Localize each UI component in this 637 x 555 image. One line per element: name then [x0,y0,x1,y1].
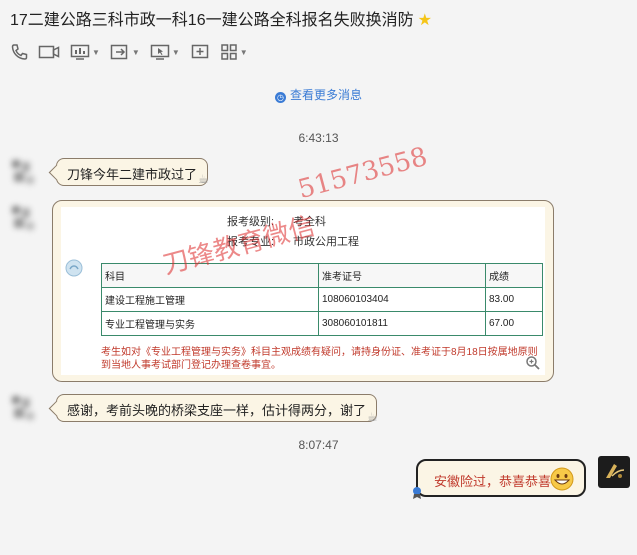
timestamp: 8:07:47 [298,438,339,452]
chat-toolbar: ▼ ▼ ▼ ▼ [10,42,258,62]
table-cell: 83.00 [485,287,543,312]
whiteboard-icon [191,44,209,59]
bubble-tail [48,164,65,181]
file-transfer-button[interactable]: ▼ [110,43,140,61]
video-icon [38,45,60,59]
level-label: 报考级别: [227,216,275,228]
message-text: 刀锋今年二建市政过了 [67,167,198,182]
table-cell: 308060101811 [318,311,486,336]
grin-emoji-icon [550,467,574,491]
table-row: 专业工程管理与实务 308060101811 67.00 [101,311,543,336]
bubble-tail [48,400,65,417]
avatar[interactable] [8,392,42,426]
table-cell: 专业工程管理与实务 [101,311,319,336]
table-header-row: 科目 准考证号 成绩 [101,263,543,288]
avatar[interactable] [8,156,42,190]
chevron-down-icon[interactable]: ▼ [132,48,140,57]
table-cell: 108060103404 [318,287,486,312]
notice-text: 考生如对《专业工程管理与实务》科目主观成绩有疑问，请持身份证、准考证于8月18日… [101,347,538,371]
zoom-icon[interactable] [525,355,541,371]
message-bubble[interactable]: 刀锋今年二建市政过了 [48,158,209,186]
message-text: 感谢，考前头晚的桥梁支座一样，估计得两分，谢了 [67,403,367,418]
phone-icon [11,44,28,60]
table-header-cell: 成绩 [485,263,543,288]
avatar[interactable] [8,202,42,236]
video-button[interactable] [38,43,60,61]
file-transfer-icon [110,44,128,60]
watermark-top: 51573558 [294,141,431,206]
score-report-image: 报考级别: 考全科 报考专业: 市政公用工程 科目 准考证号 成绩 建设工程施工… [61,207,545,375]
table-cell: 67.00 [485,311,543,336]
remote-assist-button[interactable]: ▼ [150,43,180,61]
view-more-label: 查看更多消息 [289,88,362,102]
timestamp: 6:43:13 [298,131,339,145]
table-header-cell: 科目 [101,263,319,288]
screen-share-button[interactable]: ▼ [70,43,100,61]
level-value: 考全科 [293,216,326,228]
chevron-down-icon[interactable]: ▼ [240,48,248,57]
chevron-down-icon[interactable]: ▼ [92,48,100,57]
cup-icon: ☕ [198,172,209,186]
avatar-self[interactable] [598,456,630,488]
remote-assist-icon [150,44,170,60]
seal-icon [65,259,83,277]
table-row: 建设工程施工管理 108060103404 83.00 [101,287,543,312]
chat-title: 17二建公路三科市政一科16一建公路全科报名失败换消防 ★ [10,6,432,30]
grades-table: 科目 准考证号 成绩 建设工程施工管理 108060103404 83.00 专… [101,263,543,336]
clock-icon: ◷ [274,92,286,103]
whiteboard-button[interactable] [190,43,210,61]
badge-icon [413,487,421,499]
image-message-card[interactable]: 报考级别: 考全科 报考专业: 市政公用工程 科目 准考证号 成绩 建设工程施工… [52,200,554,382]
apps-button[interactable]: ▼ [220,43,248,61]
chat-header: 17二建公路三科市政一科16一建公路全科报名失败换消防 ★ ▼ ▼ ▼ ▼ [0,0,637,70]
table-cell: 建设工程施工管理 [101,287,319,312]
chevron-down-icon[interactable]: ▼ [172,48,180,57]
table-header-cell: 准考证号 [318,263,486,288]
major-label: 报考专业: [227,236,275,248]
phone-button[interactable] [10,43,28,61]
screen-share-icon [70,44,90,60]
message-bubble[interactable]: 感谢，考前头晚的桥梁支座一样，估计得两分，谢了 [48,394,378,422]
apps-icon [221,44,237,60]
cup-icon: ☕ [367,410,378,424]
message-text: 安徽险过，恭喜恭喜 [434,474,552,489]
star-icon[interactable]: ★ [418,12,432,29]
major-value: 市政公用工程 [293,236,359,248]
chat-title-text: 17二建公路三科市政一科16一建公路全科报名失败换消防 [10,12,414,29]
view-more-link[interactable]: ◷ 查看更多消息 [0,86,637,103]
